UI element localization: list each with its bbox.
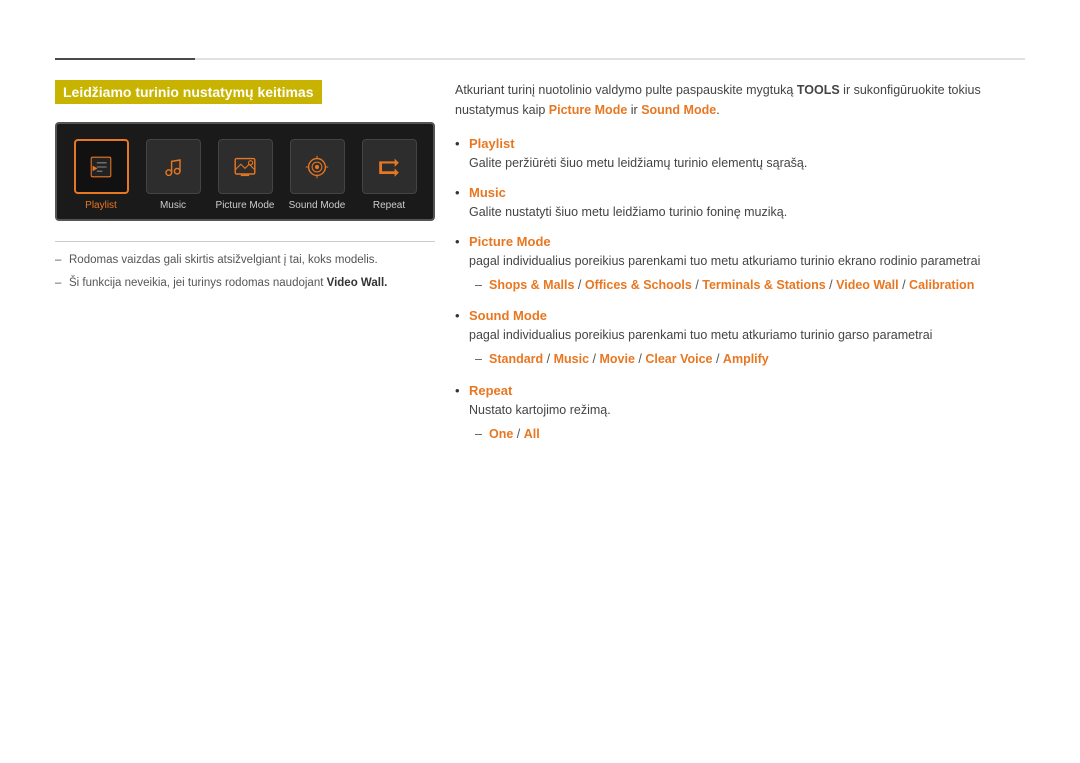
media-item-repeat: Repeat: [357, 139, 421, 211]
tools-bold: TOOLS: [797, 83, 840, 97]
video-wall: Video Wall: [836, 278, 899, 292]
bullet-title-music: Music: [469, 185, 1025, 200]
picture-mode-icon-container: [218, 139, 273, 194]
left-column: Leidžiamo turinio nustatymų keitimas Pla…: [55, 80, 435, 299]
bullet-picture-mode: Picture Mode pagal individualius poreiki…: [455, 234, 1025, 296]
clear-voice: Clear Voice: [645, 352, 712, 366]
note-item-2: Ši funkcija neveikia, jei turinys rodoma…: [55, 275, 435, 292]
repeat-sub-item: One / All: [469, 424, 1025, 445]
bullet-desc-picture-mode: pagal individualius poreikius parenkami …: [469, 251, 1025, 271]
bullet-playlist: Playlist Galite peržiūrėti šiuo metu lei…: [455, 136, 1025, 173]
standard: Standard: [489, 352, 543, 366]
section-title: Leidžiamo turinio nustatymų keitimas: [55, 80, 322, 104]
calibration: Calibration: [909, 278, 974, 292]
media-item-picture-mode: Picture Mode: [213, 139, 277, 211]
note-item-1: Rodomas vaizdas gali skirtis atsižvelgia…: [55, 252, 435, 269]
sound-mode-sub-item: Standard / Music / Movie / Clear Voice /…: [469, 349, 1025, 370]
amplify: Amplify: [723, 352, 769, 366]
sound-mode-icon: [303, 153, 331, 181]
intro-ir: ir: [627, 103, 641, 117]
intro-prefix: Atkuriant turinį nuotolinio valdymo pult…: [455, 83, 797, 97]
music-icon-container: [146, 139, 201, 194]
picture-mode-sub-list: Shops & Malls / Offices & Schools / Term…: [469, 275, 1025, 296]
media-item-playlist: Playlist: [69, 139, 133, 211]
one: One: [489, 427, 513, 441]
bullet-title-repeat: Repeat: [469, 383, 1025, 398]
repeat-label: Repeat: [373, 200, 405, 211]
picture-mode-icon: [231, 153, 259, 181]
bullet-desc-music: Galite nustatyti šiuo metu leidžiamo tur…: [469, 202, 1025, 222]
intro-suffix: .: [716, 103, 719, 117]
main-bullet-list: Playlist Galite peržiūrėti šiuo metu lei…: [455, 136, 1025, 445]
repeat-sub-list: One / All: [469, 424, 1025, 445]
bullet-desc-playlist: Galite peržiūrėti šiuo metu leidžiamų tu…: [469, 153, 1025, 173]
playlist-icon-container: [74, 139, 129, 194]
bullet-music: Music Galite nustatyti šiuo metu leidžia…: [455, 185, 1025, 222]
sound-mode-sub-list: Standard / Music / Movie / Clear Voice /…: [469, 349, 1025, 370]
media-item-music: Music: [141, 139, 205, 211]
notes-section: Rodomas vaizdas gali skirtis atsižvelgia…: [55, 241, 435, 293]
bullet-sound-mode: Sound Mode pagal individualius poreikius…: [455, 308, 1025, 370]
movie: Movie: [599, 352, 634, 366]
playlist-icon: [87, 153, 115, 181]
bullet-title-picture-mode: Picture Mode: [469, 234, 1025, 249]
picture-mode-label: Picture Mode: [216, 200, 275, 211]
shops-malls: Shops & Malls: [489, 278, 574, 292]
bullet-desc-sound-mode: pagal individualius poreikius parenkami …: [469, 325, 1025, 345]
music-label: Music: [160, 200, 186, 211]
bullet-title-playlist: Playlist: [469, 136, 1025, 151]
sound-mode-link: Sound Mode: [641, 103, 716, 117]
picture-mode-link: Picture Mode: [549, 103, 628, 117]
sound-mode-icon-container: [290, 139, 345, 194]
repeat-icon: [375, 153, 403, 181]
bullet-repeat: Repeat Nustato kartojimo režimą. One / A…: [455, 383, 1025, 445]
terminals-stations: Terminals & Stations: [702, 278, 825, 292]
bullet-desc-repeat: Nustato kartojimo režimą.: [469, 400, 1025, 420]
top-decorative-line: [55, 58, 1025, 60]
repeat-icon-container: [362, 139, 417, 194]
offices-schools: Offices & Schools: [585, 278, 692, 292]
intro-paragraph: Atkuriant turinį nuotolinio valdymo pult…: [455, 80, 1025, 120]
media-item-sound-mode: Sound Mode: [285, 139, 349, 211]
bullet-title-sound-mode: Sound Mode: [469, 308, 1025, 323]
music-icon: [159, 153, 187, 181]
playlist-label: Playlist: [85, 200, 117, 211]
media-player-box: Playlist Music: [55, 122, 435, 221]
music-option: Music: [554, 352, 589, 366]
all: All: [524, 427, 540, 441]
right-column: Atkuriant turinį nuotolinio valdymo pult…: [455, 80, 1025, 457]
sound-mode-label: Sound Mode: [289, 200, 346, 211]
picture-mode-sub-item: Shops & Malls / Offices & Schools / Term…: [469, 275, 1025, 296]
